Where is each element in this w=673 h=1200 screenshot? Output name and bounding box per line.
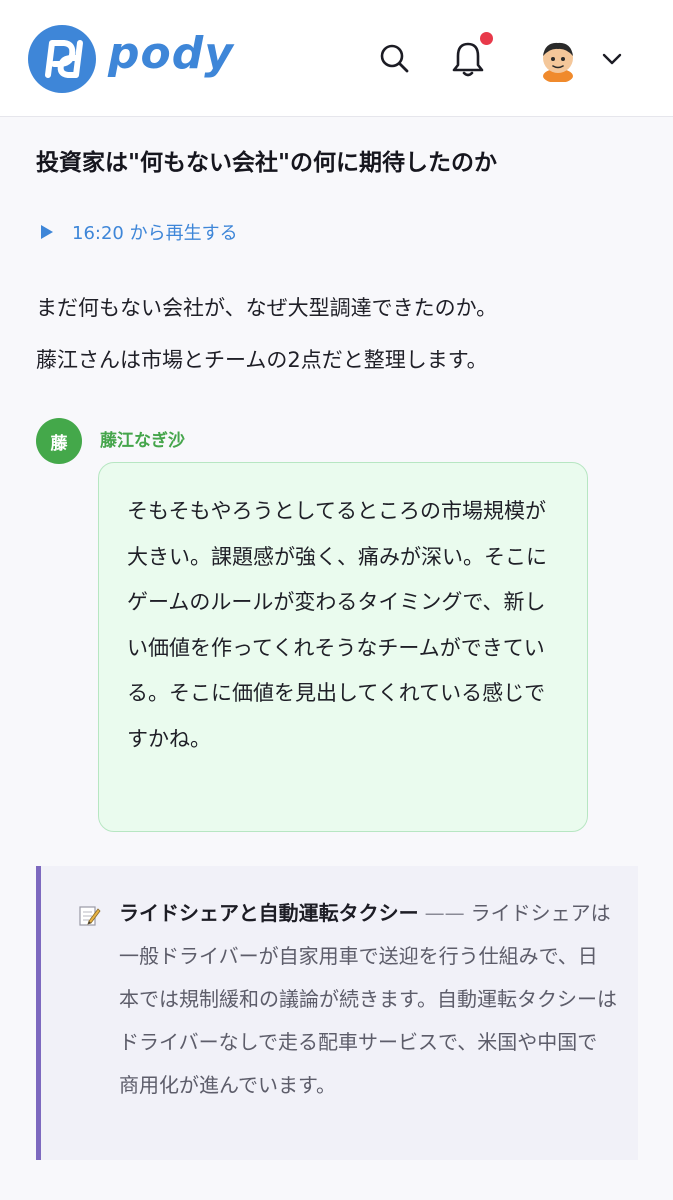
note-text: ライドシェアと自動運転タクシー —— ライドシェアは一般ドライバーが自家用車で送迎を…: [119, 892, 617, 1107]
speaker-header: 藤 藤江なぎ沙: [36, 418, 185, 464]
play-icon: [41, 225, 53, 239]
glossary-note: ライドシェアと自動運転タクシー —— ライドシェアは一般ドライバーが自家用車で送迎を…: [36, 866, 638, 1160]
speaker-name: 藤江なぎ沙: [100, 430, 185, 451]
play-link-label: 16:20 から再生する: [72, 223, 238, 244]
article-intro: まだ何もない会社が、なぜ大型調達できたのか。 藤江さんは市場とチームの2点だと整…: [36, 282, 648, 386]
chevron-down-icon[interactable]: [601, 52, 623, 66]
user-avatar[interactable]: [536, 38, 580, 82]
pody-logo-mark[interactable]: [28, 25, 96, 93]
speaker-avatar: 藤: [36, 418, 82, 464]
pody-logo-text[interactable]: pody: [108, 28, 234, 79]
article-title: 投資家は"何もない会社"の何に期待したのか: [36, 150, 497, 176]
search-icon[interactable]: [378, 42, 410, 74]
speech-bubble: そもそもやろうとしてるところの市場規模が大きい。課題感が強く、痛みが深い。そこに…: [98, 462, 588, 832]
note-body: ライドシェアは一般ドライバーが自家用車で送迎を行う仕組みで、日本では規制緩和の議…: [119, 901, 617, 1097]
app-header: pody: [0, 0, 673, 117]
intro-line: まだ何もない会社が、なぜ大型調達できたのか。: [36, 296, 498, 320]
notification-dot: [480, 32, 493, 45]
note-title: ライドシェアと自動運転タクシー: [119, 901, 419, 925]
memo-icon: [79, 906, 101, 926]
note-dash: ——: [424, 901, 465, 925]
bell-icon[interactable]: [450, 38, 486, 78]
intro-line: 藤江さんは市場とチームの2点だと整理します。: [36, 348, 488, 372]
play-from-timestamp-link[interactable]: 16:20 から再生する: [40, 218, 238, 246]
